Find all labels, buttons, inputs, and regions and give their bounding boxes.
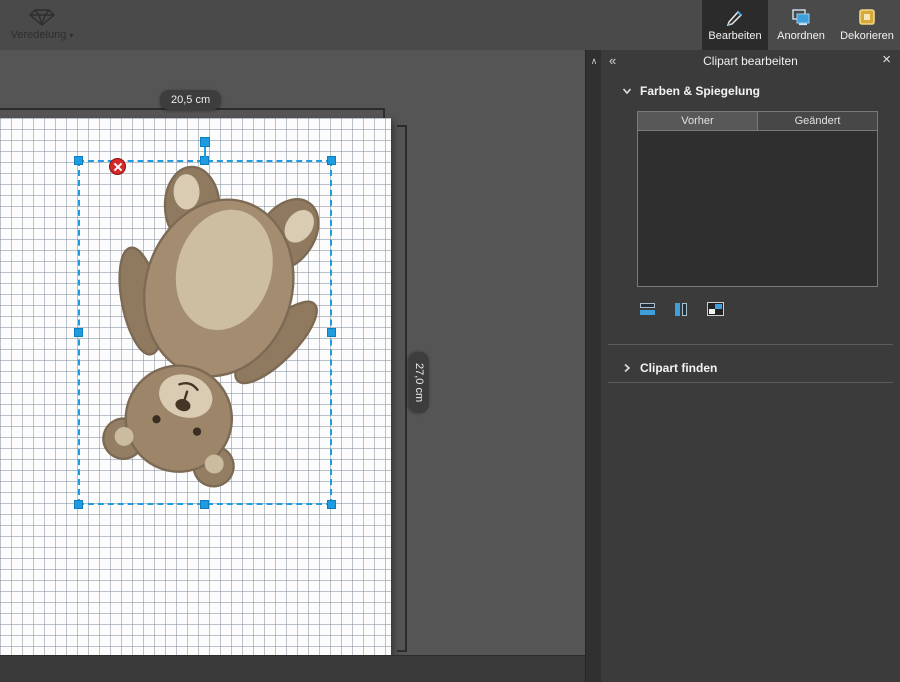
- veredelung-label: Veredelung ▾: [11, 29, 74, 41]
- arrange-windows-icon: [791, 8, 811, 26]
- horizontal-ruler-cap: [383, 108, 385, 118]
- column-vorher[interactable]: Vorher: [638, 112, 758, 130]
- section-label: Farben & Spiegelung: [640, 84, 760, 98]
- flip-vertical-icon: [640, 303, 655, 315]
- table-header-row: Vorher Geändert: [638, 112, 877, 130]
- chevron-down-icon: [622, 86, 632, 96]
- resize-handle-ne[interactable]: [327, 156, 336, 165]
- section-label: Clipart finden: [640, 361, 717, 375]
- resize-handle-s[interactable]: [200, 500, 209, 509]
- resize-handle-sw[interactable]: [74, 500, 83, 509]
- resize-handle-w[interactable]: [74, 328, 83, 337]
- veredelung-tool[interactable]: Veredelung ▾: [0, 0, 90, 50]
- pivot-point-icon[interactable]: [109, 158, 126, 175]
- ribbon-tabs: Bearbeiten Anordnen Dekorieren: [702, 0, 900, 50]
- panel-title: Clipart bearbeiten: [601, 54, 900, 68]
- vertical-ruler-cap-top: [397, 125, 407, 127]
- tab-dekorieren[interactable]: Dekorieren: [834, 0, 900, 50]
- vertical-scrollbar[interactable]: ∧: [585, 50, 602, 682]
- page-height-label: 27,0 cm: [409, 352, 429, 413]
- color-compare-area: [638, 130, 877, 286]
- gem-icon: [29, 9, 55, 26]
- vertical-ruler-line: [405, 125, 407, 652]
- tab-label: Bearbeiten: [708, 30, 761, 42]
- selection-frame[interactable]: [78, 160, 332, 505]
- chevron-right-icon: [622, 363, 632, 373]
- top-toolbar: Veredelung ▾ Bearbeiten Anordnen: [0, 0, 900, 50]
- resize-handle-nw[interactable]: [74, 156, 83, 165]
- edit-pen-icon: [725, 8, 745, 26]
- decorate-sticker-icon: [858, 8, 876, 26]
- panel-divider: [608, 382, 893, 383]
- panel-divider: [608, 344, 893, 345]
- tab-label: Dekorieren: [840, 30, 894, 42]
- canvas-workspace: 20,5 cm 27,0 cm: [0, 50, 585, 682]
- page-width-label: 20,5 cm: [160, 90, 221, 110]
- section-clipart-finden[interactable]: Clipart finden: [622, 361, 717, 375]
- mirror-tools-row: [637, 300, 725, 318]
- tab-anordnen[interactable]: Anordnen: [768, 0, 834, 50]
- tab-label: Anordnen: [777, 30, 825, 42]
- tab-bearbeiten[interactable]: Bearbeiten: [702, 0, 768, 50]
- vertical-ruler-cap-bottom: [397, 650, 407, 652]
- close-icon[interactable]: ×: [882, 52, 891, 68]
- flip-vertical-button[interactable]: [637, 300, 657, 318]
- panel-header: « Clipart bearbeiten ×: [601, 50, 900, 74]
- flip-horizontal-icon: [675, 303, 687, 316]
- flip-horizontal-button[interactable]: [671, 300, 691, 318]
- rotation-handle-line: [204, 146, 206, 160]
- clipart-edit-panel: « Clipart bearbeiten × Farben & Spiegelu…: [601, 50, 900, 682]
- section-farben-spiegelung[interactable]: Farben & Spiegelung: [622, 84, 760, 98]
- scroll-up-icon[interactable]: ∧: [586, 50, 602, 67]
- resize-handle-se[interactable]: [327, 500, 336, 509]
- before-after-table: Vorher Geändert: [637, 111, 878, 287]
- replace-image-icon: [707, 302, 724, 316]
- column-geaendert[interactable]: Geändert: [758, 112, 877, 130]
- rotation-handle[interactable]: [200, 137, 210, 147]
- resize-handle-e[interactable]: [327, 328, 336, 337]
- chevron-down-icon: ▾: [69, 31, 73, 40]
- replace-image-button[interactable]: [705, 300, 725, 318]
- horizontal-scrollbar[interactable]: [0, 655, 585, 682]
- application-window: Veredelung ▾ Bearbeiten Anordnen: [0, 0, 900, 682]
